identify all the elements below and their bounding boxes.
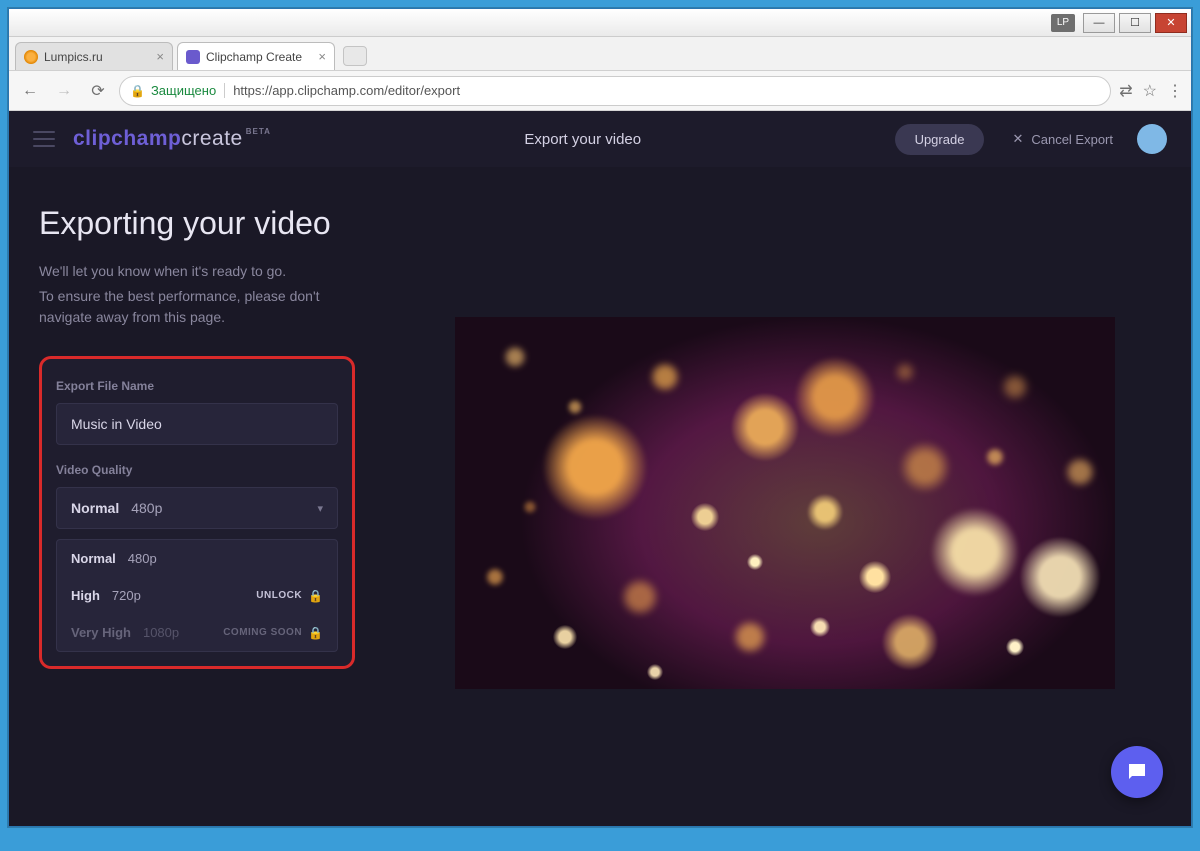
bookmark-icon[interactable]: ☆	[1143, 81, 1157, 101]
bokeh-light	[795, 357, 875, 437]
close-icon: ✕	[1012, 131, 1023, 147]
url-text: https://app.clipchamp.com/editor/export	[233, 83, 460, 98]
browser-tabs: Lumpics.ru × Clipchamp Create ×	[9, 37, 1191, 71]
window-titlebar: LP — ☐ ✕	[9, 9, 1191, 37]
avatar[interactable]	[1137, 124, 1167, 154]
tab-close-icon[interactable]: ×	[156, 49, 164, 64]
export-settings-panel: Export File Name Video Quality Normal 48…	[39, 356, 355, 669]
quality-label: Video Quality	[56, 463, 338, 477]
tab-title: Clipchamp Create	[206, 50, 302, 64]
bokeh-light	[1001, 373, 1029, 401]
video-preview-area	[379, 167, 1191, 826]
bokeh-light	[1006, 638, 1024, 656]
bokeh-light	[691, 503, 719, 531]
tab-clipchamp[interactable]: Clipchamp Create ×	[177, 42, 335, 70]
app-page: clipchampcreateBETA Export your video Up…	[9, 111, 1191, 826]
app-content: Exporting your video We'll let you know …	[9, 167, 1191, 826]
upgrade-button[interactable]: Upgrade	[895, 124, 985, 155]
bokeh-light	[1020, 537, 1100, 617]
app-logo: clipchampcreateBETA	[73, 127, 271, 151]
tab-title: Lumpics.ru	[44, 50, 103, 64]
bokeh-light	[859, 561, 891, 593]
new-tab-button[interactable]	[343, 46, 367, 66]
quality-option[interactable]: Normal480p	[57, 540, 337, 577]
favicon-icon	[186, 50, 200, 64]
bokeh-light	[647, 664, 663, 680]
bokeh-light	[985, 447, 1005, 467]
bokeh-light	[882, 614, 938, 670]
quality-dropdown: Normal480pHigh720pUNLOCK🔒Very High1080pC…	[56, 539, 338, 652]
quality-option: Very High1080pCOMING SOON🔒	[57, 614, 337, 651]
video-preview	[455, 317, 1115, 689]
bokeh-light	[553, 625, 577, 649]
window-minimize-button[interactable]: —	[1083, 13, 1115, 33]
nav-forward-button[interactable]: →	[51, 78, 77, 104]
window-maximize-button[interactable]: ☐	[1119, 13, 1151, 33]
bokeh-light	[899, 441, 951, 493]
sidebar-desc-2: To ensure the best performance, please d…	[39, 286, 355, 328]
lock-icon: 🔒	[130, 84, 145, 98]
page-title: Export your video	[271, 131, 895, 148]
quality-option[interactable]: High720pUNLOCK🔒	[57, 577, 337, 614]
bokeh-light	[810, 617, 830, 637]
toolbar-icons: ⇄ ☆ ⋮	[1119, 81, 1183, 101]
nav-back-button[interactable]: ←	[17, 78, 43, 104]
browser-window: LP — ☐ ✕ Lumpics.ru × Clipchamp Create ×…	[8, 8, 1192, 827]
bokeh-light	[731, 393, 799, 461]
export-sidebar: Exporting your video We'll let you know …	[9, 167, 379, 826]
bokeh-light	[543, 415, 647, 519]
menu-icon[interactable]: ⋮	[1167, 81, 1183, 101]
cancel-export-button[interactable]: ✕ Cancel Export	[1012, 131, 1113, 147]
quality-selected-res: 480p	[131, 500, 162, 516]
favicon-icon	[24, 50, 38, 64]
quality-select[interactable]: Normal 480p ▾	[56, 487, 338, 529]
browser-toolbar: ← → ⟳ 🔒 Защищено https://app.clipchamp.c…	[9, 71, 1191, 111]
bokeh-light	[895, 362, 915, 382]
bokeh-light	[620, 577, 660, 617]
chat-icon	[1125, 760, 1149, 784]
profile-badge: LP	[1051, 14, 1075, 32]
bokeh-light	[807, 494, 843, 530]
filename-label: Export File Name	[56, 379, 338, 393]
tab-lumpics[interactable]: Lumpics.ru ×	[15, 42, 173, 70]
nav-reload-button[interactable]: ⟳	[85, 78, 111, 104]
sidebar-desc-1: We'll let you know when it's ready to go…	[39, 261, 355, 282]
window-close-button[interactable]: ✕	[1155, 13, 1187, 33]
hamburger-icon[interactable]	[33, 131, 55, 147]
bokeh-light	[1064, 456, 1096, 488]
bokeh-light	[523, 500, 537, 514]
filename-input[interactable]	[56, 403, 338, 445]
cancel-export-label: Cancel Export	[1031, 132, 1113, 147]
lock-icon: 🔒	[308, 626, 323, 640]
bokeh-light	[747, 554, 763, 570]
bokeh-light	[503, 345, 527, 369]
chevron-down-icon: ▾	[317, 502, 323, 515]
lock-icon: 🔒	[308, 589, 323, 603]
tab-close-icon[interactable]: ×	[318, 49, 326, 64]
app-header: clipchampcreateBETA Export your video Up…	[9, 111, 1191, 167]
bokeh-light	[485, 567, 505, 587]
secure-label: Защищено	[151, 83, 225, 98]
quality-selected-name: Normal	[71, 500, 119, 516]
bokeh-light	[649, 361, 681, 393]
chat-button[interactable]	[1111, 746, 1163, 798]
bokeh-light	[931, 508, 1019, 596]
bokeh-light	[567, 399, 583, 415]
translate-icon[interactable]: ⇄	[1119, 81, 1132, 101]
address-bar[interactable]: 🔒 Защищено https://app.clipchamp.com/edi…	[119, 76, 1111, 106]
bokeh-light	[732, 619, 768, 655]
sidebar-heading: Exporting your video	[39, 203, 355, 243]
